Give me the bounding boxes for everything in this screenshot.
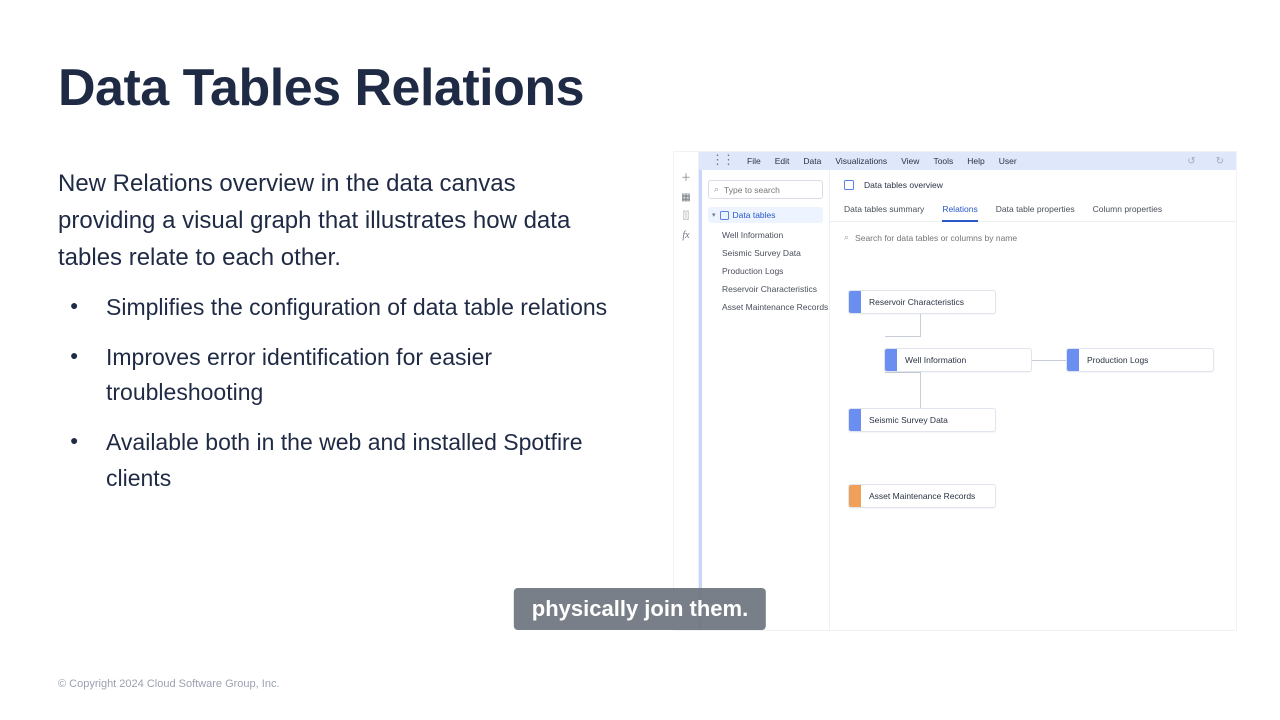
tab-table-properties[interactable]: Data table properties <box>996 204 1075 221</box>
edge <box>920 312 921 336</box>
copyright-footer: © Copyright 2024 Cloud Software Group, I… <box>58 678 280 690</box>
fx-icon[interactable]: fx <box>674 231 698 241</box>
tab-relations[interactable]: Relations <box>942 204 977 222</box>
undo-icon[interactable]: ↺ <box>1187 156 1195 167</box>
content-panel: Data tables overview Data tables summary… <box>830 170 1236 630</box>
edge <box>885 336 921 337</box>
sidebar: ⌕ ▾ Data tables Well Information Seismic… <box>702 170 830 630</box>
chip-icon <box>849 409 861 431</box>
menu-file[interactable]: File <box>747 156 761 166</box>
bullet-item: Available both in the web and installed … <box>70 425 630 496</box>
bullet-item: Simplifies the configuration of data tab… <box>70 290 630 326</box>
panel-search[interactable]: ⌕ <box>844 232 1222 243</box>
redo-icon[interactable]: ↻ <box>1216 156 1224 167</box>
node-label: Asset Maintenance Records <box>869 491 987 501</box>
slide-intro: New Relations overview in the data canva… <box>58 165 598 277</box>
left-rail: ＋ ▦ ⫿⫿ fx <box>674 152 699 630</box>
node-production[interactable]: Production Logs <box>1066 348 1214 372</box>
search-icon: ⌕ <box>714 184 719 195</box>
chip-icon <box>1067 349 1079 371</box>
menu-tools[interactable]: Tools <box>933 156 953 166</box>
node-asset[interactable]: Asset Maintenance Records <box>848 484 996 508</box>
plus-icon[interactable]: ＋ <box>674 174 698 184</box>
tab-summary[interactable]: Data tables summary <box>844 204 924 221</box>
node-label: Seismic Survey Data <box>869 415 960 425</box>
relations-canvas[interactable]: Reservoir Characteristics Well Informati… <box>830 262 1236 630</box>
panel-title: Data tables overview <box>864 180 943 190</box>
grip-icon[interactable]: ⋮⋮ <box>711 158 733 162</box>
overview-icon <box>844 180 854 190</box>
menu-visualizations[interactable]: Visualizations <box>835 156 887 166</box>
edge <box>885 372 921 373</box>
app-window: ＋ ▦ ⫿⫿ fx ⋮⋮ File Edit Data Visualizatio… <box>674 152 1236 630</box>
chip-icon <box>885 349 897 371</box>
bullet-list: Simplifies the configuration of data tab… <box>70 290 630 510</box>
chip-icon <box>849 485 861 507</box>
sidebar-item-asset[interactable]: Asset Maintenance Records <box>708 298 823 316</box>
sidebar-item-seismic[interactable]: Seismic Survey Data <box>708 244 823 262</box>
sidebar-item-well[interactable]: Well Information <box>708 226 823 244</box>
slide-title: Data Tables Relations <box>58 58 584 118</box>
node-seismic[interactable]: Seismic Survey Data <box>848 408 996 432</box>
menu-view[interactable]: View <box>901 156 919 166</box>
search-icon: ⌕ <box>844 232 849 243</box>
menu-edit[interactable]: Edit <box>775 156 790 166</box>
sidebar-search-input[interactable] <box>724 185 817 195</box>
chevron-down-icon: ▾ <box>712 211 716 219</box>
tabs: Data tables summary Relations Data table… <box>830 194 1236 222</box>
table-icon[interactable]: ▦ <box>674 193 698 203</box>
video-caption: physically join them. <box>514 588 766 630</box>
sidebar-item-reservoir[interactable]: Reservoir Characteristics <box>708 280 823 298</box>
node-label: Well Information <box>905 355 978 365</box>
node-reservoir[interactable]: Reservoir Characteristics <box>848 290 996 314</box>
tree-root[interactable]: ▾ Data tables <box>708 207 823 223</box>
menu-data[interactable]: Data <box>803 156 821 166</box>
bullet-item: Improves error identification for easier… <box>70 340 630 411</box>
panel-search-input[interactable] <box>855 233 1222 243</box>
chart-icon[interactable]: ⫿⫿ <box>674 212 698 222</box>
node-well[interactable]: Well Information <box>884 348 1032 372</box>
menu-help[interactable]: Help <box>967 156 984 166</box>
tab-column-properties[interactable]: Column properties <box>1093 204 1162 221</box>
edge <box>1030 360 1066 361</box>
node-label: Production Logs <box>1087 355 1160 365</box>
node-label: Reservoir Characteristics <box>869 297 976 307</box>
menubar: ⋮⋮ File Edit Data Visualizations View To… <box>699 152 1236 170</box>
chip-icon <box>849 291 861 313</box>
sidebar-search[interactable]: ⌕ <box>708 180 823 199</box>
sidebar-item-production[interactable]: Production Logs <box>708 262 823 280</box>
menu-user[interactable]: User <box>999 156 1017 166</box>
tree-root-label: Data tables <box>733 210 776 220</box>
data-tables-icon <box>720 211 729 220</box>
edge <box>920 372 921 408</box>
